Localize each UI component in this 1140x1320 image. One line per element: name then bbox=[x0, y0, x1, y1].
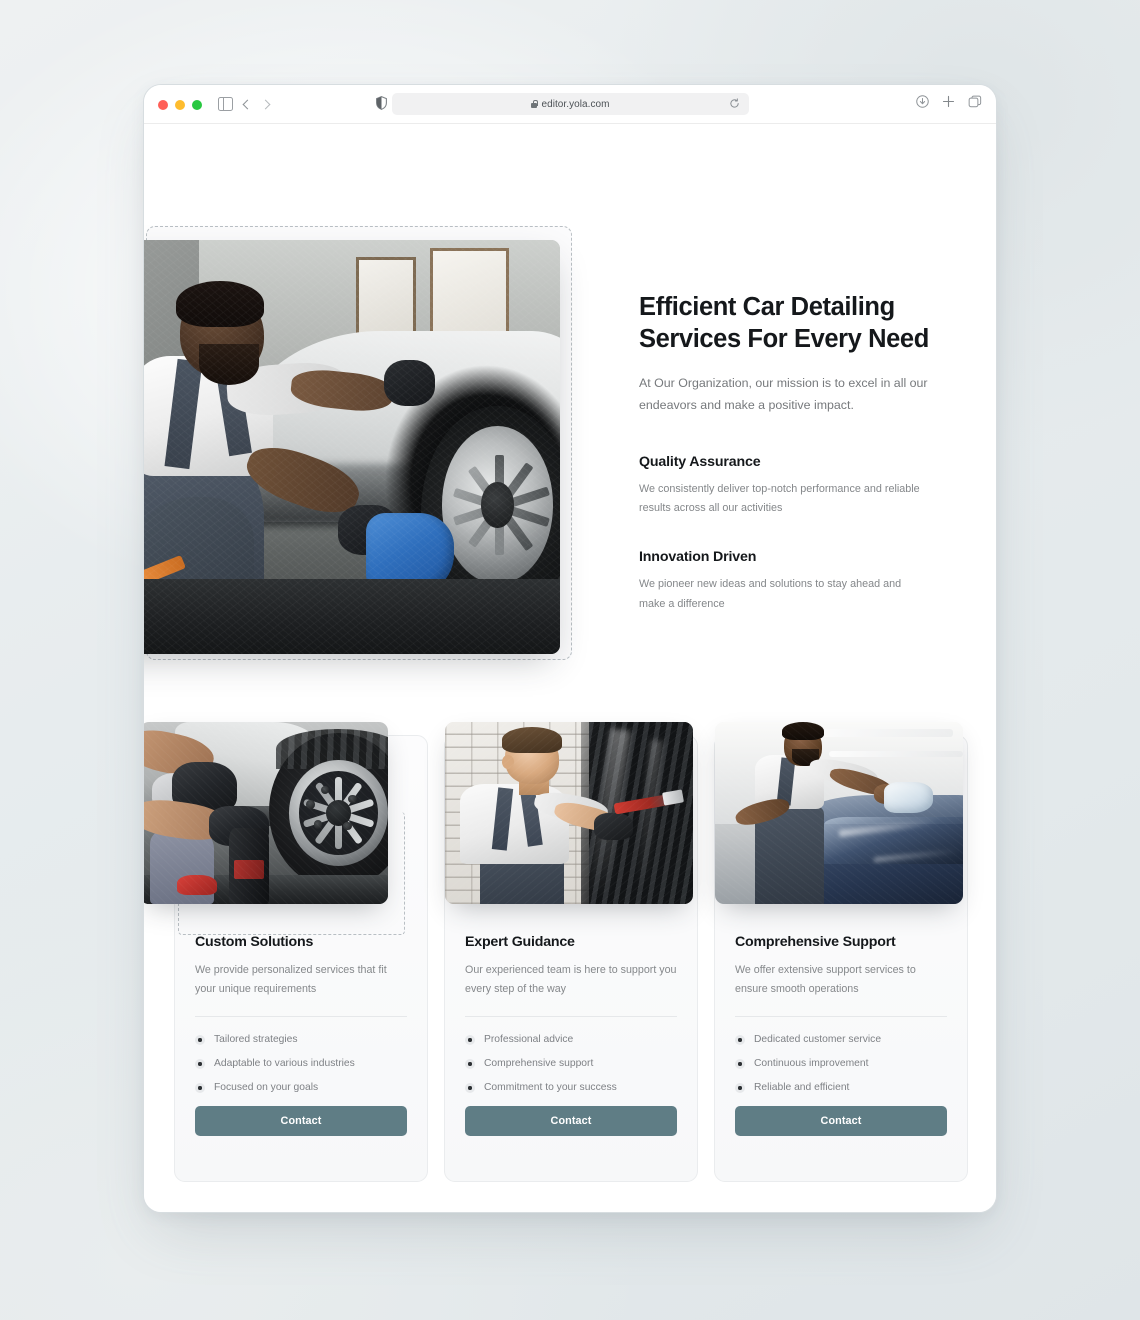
bullet-label: Commitment to your success bbox=[484, 1082, 617, 1094]
bullet-label: Dedicated customer service bbox=[754, 1034, 882, 1046]
hero-text-block: Efficient Car Detailing Services For Eve… bbox=[639, 292, 929, 614]
bullet-label: Adaptable to various industries bbox=[214, 1058, 355, 1070]
website-canvas: Efficient Car Detailing Services For Eve… bbox=[144, 124, 996, 1212]
close-window-button[interactable] bbox=[158, 100, 168, 110]
tab-overview-icon[interactable] bbox=[968, 95, 982, 108]
address-bar[interactable]: editor.yola.com bbox=[392, 93, 749, 115]
card-bullet-list: Dedicated customer service Continuous im… bbox=[735, 1034, 947, 1093]
card-description: We offer extensive support services to e… bbox=[735, 964, 916, 995]
card-photo-brush-detailing bbox=[445, 722, 693, 904]
bullet-dot-icon bbox=[465, 1058, 475, 1069]
list-item: Focused on your goals bbox=[195, 1082, 407, 1093]
bullet-label: Reliable and efficient bbox=[754, 1082, 850, 1094]
list-item: Reliable and efficient bbox=[735, 1082, 947, 1093]
privacy-shield-icon[interactable] bbox=[376, 96, 387, 110]
contact-button[interactable]: Contact bbox=[195, 1106, 407, 1137]
list-item: Commitment to your success bbox=[465, 1082, 677, 1093]
bullet-dot-icon bbox=[195, 1058, 205, 1069]
card-photo-wheel-cleaning bbox=[144, 722, 388, 904]
list-item: Professional advice bbox=[465, 1034, 677, 1045]
minimize-window-button[interactable] bbox=[175, 100, 185, 110]
list-item: Comprehensive support bbox=[465, 1058, 677, 1069]
card-description: Our experienced team is here to support … bbox=[465, 964, 677, 995]
sidebar-icon[interactable] bbox=[218, 97, 233, 111]
browser-window: editor.yola.com Efficient Car Detailing … bbox=[143, 84, 997, 1213]
list-item: Tailored strategies bbox=[195, 1034, 407, 1045]
bullet-dot-icon bbox=[195, 1034, 205, 1045]
card-image-2[interactable] bbox=[445, 722, 693, 904]
divider bbox=[195, 1016, 407, 1018]
service-card-comprehensive-support[interactable]: Comprehensive Support We offer extensive… bbox=[714, 722, 968, 1182]
feature-quality-assurance: Quality Assurance We consistently delive… bbox=[639, 454, 929, 518]
card-body-2: Expert Guidance Our experienced team is … bbox=[465, 934, 677, 1137]
feature-body: We pioneer new ideas and solutions to st… bbox=[639, 578, 902, 610]
bullet-dot-icon bbox=[735, 1058, 745, 1069]
bullet-label: Focused on your goals bbox=[214, 1082, 319, 1094]
forward-button[interactable] bbox=[260, 97, 271, 111]
bullet-label: Tailored strategies bbox=[214, 1034, 298, 1046]
lock-icon bbox=[531, 100, 539, 108]
card-title: Expert Guidance bbox=[465, 934, 575, 950]
card-image-1[interactable] bbox=[144, 722, 388, 904]
bullet-dot-icon bbox=[465, 1082, 475, 1093]
service-card-custom-solutions[interactable]: Custom Solutions We provide personalized… bbox=[144, 722, 428, 1182]
window-traffic-lights bbox=[158, 100, 202, 110]
reload-icon[interactable] bbox=[729, 98, 740, 109]
download-icon[interactable] bbox=[916, 95, 929, 108]
card-title: Custom Solutions bbox=[195, 934, 314, 950]
contact-button[interactable]: Contact bbox=[735, 1106, 947, 1137]
service-cards-row: Custom Solutions We provide personalized… bbox=[144, 722, 970, 1182]
bullet-dot-icon bbox=[465, 1034, 475, 1045]
divider bbox=[465, 1016, 677, 1018]
navigation-arrows bbox=[242, 97, 271, 111]
card-title: Comprehensive Support bbox=[735, 934, 896, 950]
bullet-label: Comprehensive support bbox=[484, 1058, 594, 1070]
card-body-3: Comprehensive Support We offer extensive… bbox=[735, 934, 947, 1137]
chevron-left-icon bbox=[242, 99, 253, 109]
bullet-label: Professional advice bbox=[484, 1034, 574, 1046]
contact-button[interactable]: Contact bbox=[465, 1106, 677, 1137]
list-item: Dedicated customer service bbox=[735, 1034, 947, 1045]
back-button[interactable] bbox=[242, 97, 253, 111]
feature-title: Innovation Driven bbox=[639, 549, 757, 566]
card-description: We provide personalized services that fi… bbox=[195, 964, 387, 995]
card-bullet-list: Tailored strategies Adaptable to various… bbox=[195, 1034, 407, 1093]
hero-photo-wheel-detailing bbox=[144, 240, 560, 654]
card-bullet-list: Professional advice Comprehensive suppor… bbox=[465, 1034, 677, 1093]
plus-icon[interactable] bbox=[942, 95, 955, 108]
divider bbox=[735, 1016, 947, 1018]
bullet-dot-icon bbox=[195, 1082, 205, 1093]
card-image-3[interactable] bbox=[715, 722, 963, 904]
feature-body: We consistently deliver top-notch perfor… bbox=[639, 482, 920, 515]
card-photo-roof-wiping bbox=[715, 722, 963, 904]
list-item: Continuous improvement bbox=[735, 1058, 947, 1069]
hero-lead-paragraph: At Our Organization, our mission is to e… bbox=[639, 375, 928, 412]
page-title: Efficient Car Detailing Services For Eve… bbox=[639, 293, 929, 353]
toolbar-right-icons bbox=[916, 95, 982, 108]
bullet-dot-icon bbox=[735, 1082, 745, 1093]
bullet-dot-icon bbox=[735, 1034, 745, 1045]
chevron-right-icon bbox=[260, 99, 271, 109]
feature-title: Quality Assurance bbox=[639, 453, 761, 470]
url-text: editor.yola.com bbox=[541, 98, 610, 110]
hero-image[interactable] bbox=[144, 240, 560, 654]
zoom-window-button[interactable] bbox=[192, 100, 202, 110]
bullet-label: Continuous improvement bbox=[754, 1058, 869, 1070]
feature-innovation-driven: Innovation Driven We pioneer new ideas a… bbox=[639, 549, 929, 613]
card-body-1: Custom Solutions We provide personalized… bbox=[195, 934, 407, 1137]
list-item: Adaptable to various industries bbox=[195, 1058, 407, 1069]
browser-toolbar: editor.yola.com bbox=[144, 85, 996, 124]
service-card-expert-guidance[interactable]: Expert Guidance Our experienced team is … bbox=[444, 722, 698, 1182]
